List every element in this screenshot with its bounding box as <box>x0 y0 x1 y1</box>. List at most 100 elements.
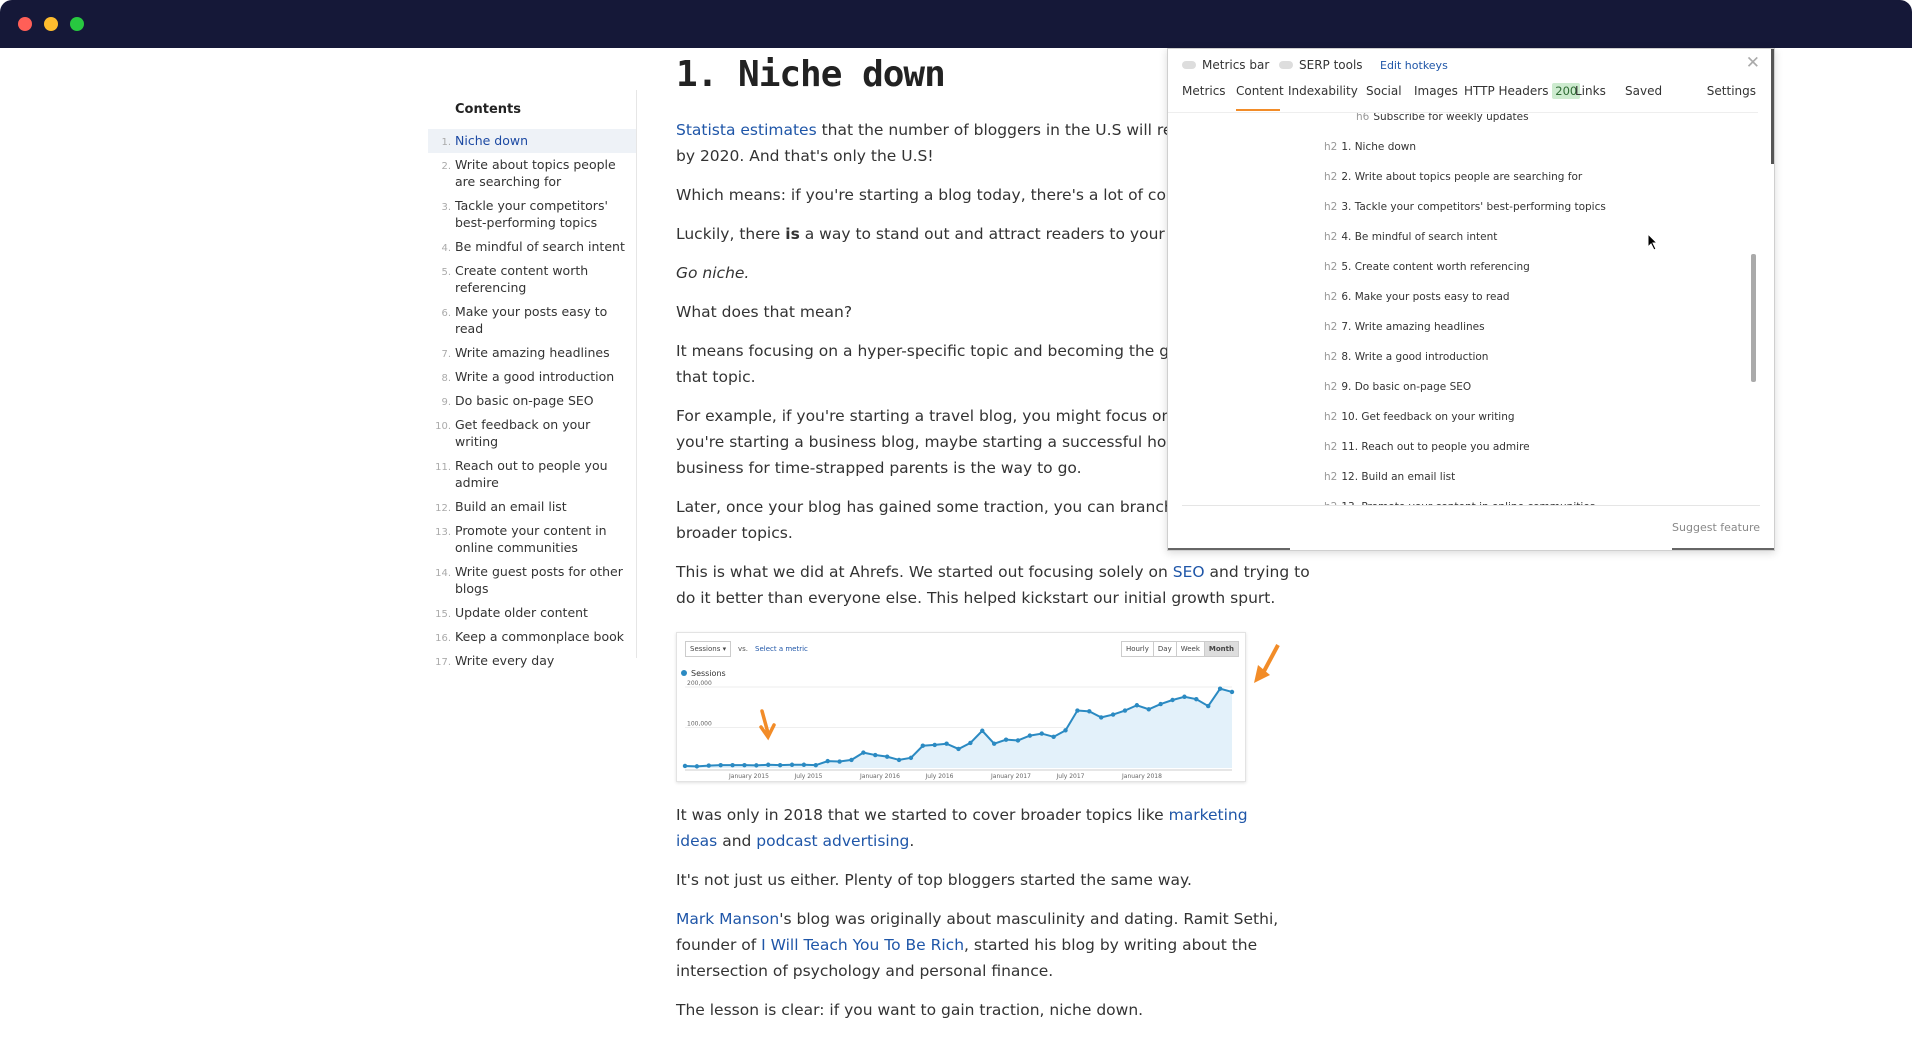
seo-link[interactable]: SEO <box>1173 563 1205 581</box>
heading-row[interactable]: h2 5. Create content worth referencing <box>1324 261 1530 273</box>
data-point <box>694 764 700 769</box>
data-point <box>706 763 711 768</box>
marketing-ideas-link[interactable]: marketing <box>1169 806 1248 824</box>
toc-item-label: Tackle your competitors' best-performing… <box>455 198 608 230</box>
heading-text: 4. Be mindful of search intent <box>1341 231 1498 243</box>
y-tick-label: 200,000 <box>687 680 712 687</box>
heading-tag: h2 <box>1324 171 1338 183</box>
panel-tab[interactable]: Images <box>1414 84 1458 98</box>
toc-item[interactable]: 1. Niche down <box>428 129 636 153</box>
y-tick-label: 100,000 <box>687 721 712 728</box>
heading-row[interactable]: h2 8. Write a good introduction <box>1324 351 1488 363</box>
panel-scrollbar[interactable] <box>1751 254 1756 382</box>
edit-hotkeys-link[interactable]: Edit hotkeys <box>1380 59 1448 72</box>
data-point <box>1098 715 1104 720</box>
toc-item[interactable]: 7. Write amazing headlines <box>428 341 636 365</box>
mark-manson-link[interactable]: Mark Manson <box>676 910 779 928</box>
heading-row[interactable]: h2 10. Get feedback on your writing <box>1324 411 1515 423</box>
toc-item[interactable]: 3. Tackle your competitors' best-performi… <box>428 194 636 235</box>
data-point <box>1134 703 1140 708</box>
minimize-window-button[interactable] <box>44 17 58 31</box>
toc-item-label: Get feedback on your writing <box>455 417 591 449</box>
toc-item-number: 5. <box>441 267 451 278</box>
heading-row[interactable]: h2 12. Build an email list <box>1324 471 1455 483</box>
heading-text: 7. Write amazing headlines <box>1341 321 1485 333</box>
heading-row[interactable]: h2 3. Tackle your competitors' best-perfo… <box>1324 201 1606 213</box>
toc-item[interactable]: 6. Make your posts easy to read <box>428 300 636 341</box>
heading-row[interactable]: h2 9. Do basic on-page SEO <box>1324 381 1471 393</box>
toc-item[interactable]: 9. Do basic on-page SEO <box>428 389 636 413</box>
toc-item[interactable]: 13. Promote your content in online commun… <box>428 519 636 560</box>
paragraph-text: For example, if you're starting a travel… <box>676 407 1226 425</box>
heading-text: 1. Niche down <box>1341 141 1417 153</box>
panel-tab[interactable]: Social <box>1366 84 1402 98</box>
panel-tab[interactable]: Indexability <box>1288 84 1358 98</box>
paragraph-text: intersection of psychology and personal … <box>676 962 1054 980</box>
toc-item-label: Update older content <box>455 605 588 620</box>
heading-text: 2. Write about topics people are searchi… <box>1341 171 1583 183</box>
heading-tag: h2 <box>1324 471 1338 483</box>
toc-item[interactable]: 14. Write guest posts for other blogs <box>428 560 636 601</box>
toc-item-label: Build an email list <box>455 499 567 514</box>
panel-tab[interactable]: Content <box>1236 84 1284 98</box>
heading-row[interactable]: h2 2. Write about topics people are searc… <box>1324 171 1582 183</box>
metrics-bar-toggle[interactable] <box>1182 61 1196 69</box>
serp-tools-toggle[interactable] <box>1279 61 1293 69</box>
toc-item-number: 8. <box>441 373 451 384</box>
heading-row[interactable]: h2 7. Write amazing headlines <box>1324 321 1485 333</box>
panel-tab[interactable]: Links <box>1575 84 1606 98</box>
orange-arrow-icon <box>759 709 776 741</box>
panel-tab[interactable]: Metrics <box>1182 84 1226 98</box>
data-point <box>908 755 914 761</box>
toc-item[interactable]: 15. Update older content <box>428 601 636 625</box>
panel-tab[interactable]: HTTP Headers 200 <box>1464 83 1581 99</box>
heading-row[interactable]: h6 Subscribe for weekly updates <box>1356 113 1529 123</box>
heading-row[interactable]: h2 4. Be mindful of search intent <box>1324 231 1497 243</box>
x-tick-label: January 2018 <box>1121 773 1162 780</box>
toc-item[interactable]: 12. Build an email list <box>428 495 636 519</box>
toc-item[interactable]: 16. Keep a commonplace book <box>428 625 636 649</box>
marketing-ideas-link-cont[interactable]: ideas <box>676 832 717 850</box>
data-point <box>1039 731 1044 736</box>
toc-item[interactable]: 17. Write every day <box>428 649 636 673</box>
data-point <box>920 743 926 748</box>
data-point <box>980 728 985 733</box>
data-point <box>1027 733 1033 738</box>
paragraph-text: do it better than everyone else. This he… <box>676 589 1276 607</box>
statista-link[interactable]: Statista estimates <box>676 121 817 139</box>
panel-tab-label: Images <box>1414 84 1458 98</box>
toc-item[interactable]: 10. Get feedback on your writing <box>428 413 636 454</box>
heading-row[interactable]: h2 6. Make your posts easy to read <box>1324 291 1510 303</box>
heading-tag: h2 <box>1324 351 1338 363</box>
suggest-feature-link[interactable]: Suggest feature <box>1672 521 1760 534</box>
data-point <box>1182 694 1187 699</box>
heading-tag: h2 <box>1324 291 1338 303</box>
paragraph: Mark Manson's blog was originally about … <box>676 906 1278 984</box>
maximize-window-button[interactable] <box>70 17 84 31</box>
toc-item[interactable]: 8. Write a good introduction <box>428 365 636 389</box>
data-point <box>1170 697 1175 703</box>
toc-item[interactable]: 2. Write about topics people are searchin… <box>428 153 636 194</box>
toc-item[interactable]: 11. Reach out to people you admire <box>428 454 636 495</box>
podcast-advertising-link[interactable]: podcast advertising <box>756 832 909 850</box>
heading-row[interactable]: h2 11. Reach out to people you admire <box>1324 441 1530 453</box>
paragraph: The lesson is clear: if you want to gain… <box>676 1001 1144 1019</box>
close-icon[interactable]: ✕ <box>1746 53 1760 73</box>
panel-tab[interactable]: Saved <box>1625 84 1662 98</box>
data-point <box>1015 738 1021 743</box>
iwt-link[interactable]: I Will Teach You To Be Rich <box>761 936 964 954</box>
panel-tab[interactable]: Settings <box>1707 84 1756 98</box>
heading-text: 3. Tackle your competitors' best-perform… <box>1341 201 1606 213</box>
toc-item[interactable]: 4. Be mindful of search intent <box>428 235 636 259</box>
heading-text: 8. Write a good introduction <box>1341 351 1489 363</box>
data-point <box>1206 703 1211 709</box>
panel-tab-label: HTTP Headers <box>1464 84 1549 98</box>
toc-item[interactable]: 5. Create content worth referencing <box>428 259 636 300</box>
panel-tab-label: Metrics <box>1182 84 1226 98</box>
x-tick-label: January 2015 <box>728 773 769 780</box>
close-window-button[interactable] <box>18 17 32 31</box>
article-continued: It was only in 2018 that we started to c… <box>676 802 1278 1036</box>
data-point <box>1003 737 1009 742</box>
heading-row[interactable]: h2 1. Niche down <box>1324 141 1416 153</box>
toc-item-number: 11. <box>435 462 451 473</box>
